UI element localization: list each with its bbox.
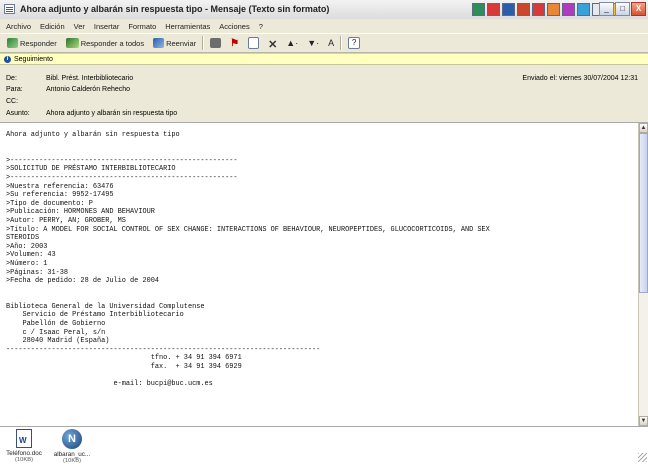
resize-grip[interactable]: [638, 453, 647, 462]
tray-app-icon[interactable]: [502, 3, 515, 16]
forward-button[interactable]: Reenviar: [150, 36, 199, 51]
window-title: Ahora adjunto y albarán sin respuesta ti…: [20, 4, 330, 14]
attachments-bar: Teléfono.doc (10KB) N albaran_uc... (10K…: [0, 426, 648, 464]
delete-icon: ✕: [268, 39, 278, 51]
attachment-name: Teléfono.doc: [6, 450, 42, 457]
next-item-button[interactable]: ▼·: [304, 36, 322, 51]
flag-button[interactable]: ⚑: [227, 36, 242, 51]
down-arrow-icon: ▼·: [307, 38, 320, 48]
to-label: Para:: [6, 86, 23, 93]
taskbar-tray: [472, 3, 620, 16]
folder-move-icon: [248, 37, 260, 49]
forward-icon: [153, 38, 165, 48]
netscape-icon: N: [62, 429, 82, 449]
address-book-icon: A: [328, 38, 335, 48]
subject-label: Asunto:: [6, 110, 30, 117]
message-body[interactable]: Ahora adjunto y albarán sin respuesta ti…: [0, 123, 638, 426]
scroll-thumb[interactable]: [639, 133, 648, 293]
address-book-button[interactable]: A: [325, 36, 337, 51]
previous-item-button[interactable]: ▲·: [283, 36, 301, 51]
attachment-item[interactable]: Teléfono.doc (10KB): [4, 429, 44, 463]
message-header: De: Bibl. Prést. Interbibliotecario Para…: [0, 65, 648, 123]
vertical-scrollbar[interactable]: ▲ ▼: [638, 123, 648, 426]
help-icon: ?: [348, 37, 361, 49]
from-label: De:: [6, 75, 17, 82]
message-window: Ahora adjunto y albarán sin respuesta ti…: [0, 0, 648, 464]
reply-all-button[interactable]: Responder a todos: [63, 36, 147, 51]
menu-archivo[interactable]: Archivo: [6, 22, 31, 31]
menu-herramientas[interactable]: Herramientas: [165, 22, 210, 31]
scroll-down-arrow-icon[interactable]: ▼: [639, 416, 648, 426]
minimize-button[interactable]: _: [599, 2, 614, 16]
forward-label: Reenviar: [166, 38, 197, 48]
toolbar-separator: [340, 36, 343, 50]
title-bar[interactable]: Ahora adjunto y albarán sin respuesta ti…: [0, 0, 648, 20]
message-icon: [4, 4, 15, 14]
tray-app-icon[interactable]: [577, 3, 590, 16]
message-body-text[interactable]: Ahora adjunto y albarán sin respuesta ti…: [0, 123, 638, 389]
info-icon: i: [4, 55, 11, 63]
move-to-folder-button[interactable]: [245, 36, 262, 51]
sent-date: Enviado el: viernes 30/07/2004 12:31: [522, 75, 638, 82]
reply-label: Responder: [20, 38, 57, 48]
toolbar-separator: [202, 36, 205, 50]
tray-app-icon[interactable]: [547, 3, 560, 16]
to-value[interactable]: Antonio Calderón Rehecho: [46, 86, 130, 93]
menu-edicion[interactable]: Edición: [40, 22, 65, 31]
scroll-up-arrow-icon[interactable]: ▲: [639, 123, 648, 133]
up-arrow-icon: ▲·: [286, 38, 299, 48]
menu-help[interactable]: ?: [259, 22, 263, 31]
reply-button[interactable]: Responder: [4, 36, 60, 51]
maximize-button[interactable]: □: [615, 2, 630, 16]
menu-bar: Archivo Edición Ver Insertar Formato Her…: [0, 19, 648, 33]
tray-app-icon[interactable]: [487, 3, 500, 16]
close-button[interactable]: X: [631, 2, 646, 16]
attachment-item[interactable]: N albaran_uc... (10KB): [52, 429, 92, 464]
tray-app-icon[interactable]: [532, 3, 545, 16]
attachment-size: (10KB): [62, 458, 82, 464]
help-button[interactable]: ?: [345, 36, 363, 51]
reply-all-icon: [65, 38, 79, 48]
toolbar: Responder Responder a todos Reenviar ⚑ ✕…: [0, 33, 648, 53]
reply-all-label: Responder a todos: [80, 38, 145, 48]
subject-value: Ahora adjunto y albarán sin respuesta ti…: [46, 110, 178, 117]
from-value[interactable]: Bibl. Prést. Interbibliotecario: [46, 75, 133, 82]
info-bar-text: Seguimiento: [14, 55, 53, 63]
cc-label: CC:: [6, 98, 19, 105]
window-controls: _ □ X: [599, 2, 646, 16]
tray-app-icon[interactable]: [517, 3, 530, 16]
info-bar[interactable]: i Seguimiento: [0, 54, 648, 65]
menu-ver[interactable]: Ver: [74, 22, 85, 31]
menu-formato[interactable]: Formato: [128, 22, 156, 31]
delete-button[interactable]: ✕: [265, 36, 280, 51]
reply-icon: [7, 38, 18, 48]
attachment-name: albaran_uc...: [53, 451, 91, 458]
word-document-icon: [16, 429, 32, 448]
printer-icon: [210, 38, 222, 48]
menu-insertar[interactable]: Insertar: [94, 22, 119, 31]
menu-acciones[interactable]: Acciones: [219, 22, 249, 31]
flag-icon: ⚑: [230, 38, 240, 49]
tray-app-icon[interactable]: [472, 3, 485, 16]
print-button[interactable]: [207, 36, 224, 51]
tray-app-icon[interactable]: [562, 3, 575, 16]
attachment-size: (10KB): [14, 457, 34, 463]
